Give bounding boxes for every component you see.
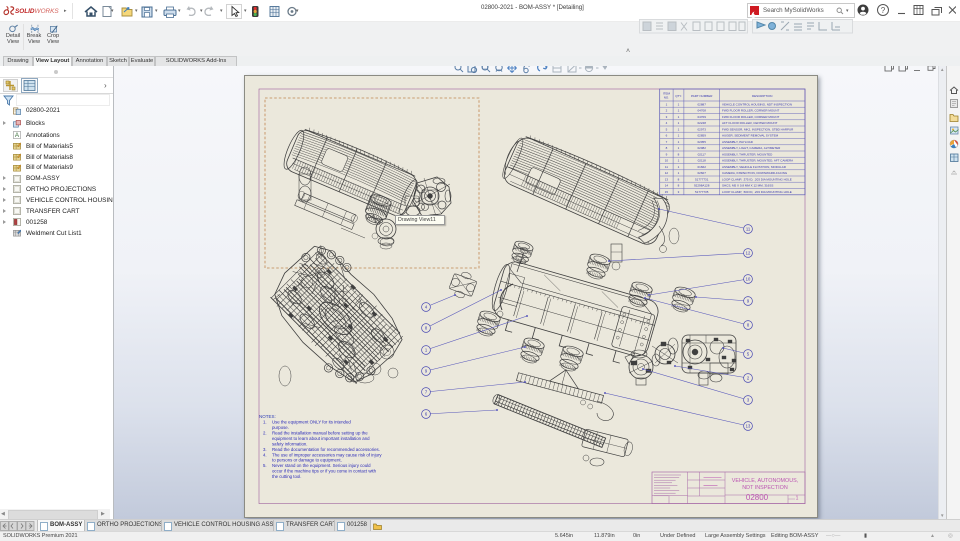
svg-text:8: 8 [678,184,680,188]
svg-text:7: 7 [666,140,668,144]
svg-text:NDT INSPECTION: NDT INSPECTION [742,485,788,491]
svg-text:1: 1 [678,159,680,163]
svg-text:14: 14 [665,184,669,188]
svg-text:2.: 2. [263,431,267,436]
svg-text:12: 12 [665,171,669,175]
svg-text:10: 10 [665,159,669,163]
svg-text:02055: 02055 [698,140,707,144]
svg-text:FWD SENSOR, MK2, INSPECTION, S: FWD SENSOR, MK2, INSPECTION, STBD HARPUR [722,127,794,131]
svg-text:02607: 02607 [698,171,707,175]
svg-text:01662: 01662 [698,165,707,169]
svg-text:8: 8 [678,177,680,181]
svg-text:LOOP CLAMP, .375 ID, .203 DIA: LOOP CLAMP, .375 ID, .203 DIA MOUNTING H… [722,177,792,181]
svg-text:1: 1 [678,165,680,169]
svg-text:1: 1 [678,140,680,144]
svg-text:12: 12 [746,251,751,256]
svg-text:3.: 3. [263,447,267,452]
svg-text:to persons or damage to equipm: to persons or damage to equipment. [272,458,342,463]
svg-text:1: 1 [678,121,680,125]
svg-text:ASSEMBLY, THRUSTER, MOUNTED: ASSEMBLY, THRUSTER, MOUNTED [722,152,773,156]
svg-text:?: ? [881,6,886,15]
svg-text:VEHICLE CONTROL HOUSING, NDT I: VEHICLE CONTROL HOUSING, NDT INSPECTION [722,102,792,106]
svg-text:SHCS, M5 X 0.8 MM X 12 MM, 316: SHCS, M5 X 0.8 MM X 12 MM, 316SS [722,184,773,188]
svg-text:ASSEMBLY, VEHICLE FLOTATION, M: ASSEMBLY, VEHICLE FLOTATION, MODULAR [722,165,787,169]
svg-text:04708: 04708 [698,109,707,113]
svg-text:The use of improper accessorie: The use of improper accessories may caus… [272,452,382,457]
svg-text:ASSEMBLY, PAYLOAD: ASSEMBLY, PAYLOAD [722,140,754,144]
svg-text:02973: 02973 [698,127,707,131]
svg-text:15: 15 [665,190,669,194]
svg-text:ASSEMBLY, THRUSTER, MOUNTED, A: ASSEMBLY, THRUSTER, MOUNTED, AFT CAMERA [722,159,793,163]
svg-text:1: 1 [678,146,680,150]
svg-text:1: 1 [678,115,680,119]
svg-text:Read the documentation for rec: Read the documentation for recommended a… [272,447,380,452]
svg-text:LOOP CLAMP, .500 ID, .203 DIA: LOOP CLAMP, .500 ID, .203 DIA MOUNTING H… [722,190,792,194]
svg-text:9: 9 [666,152,668,156]
svg-text:ASSEMBLY, LIGHT, CAMERA, ALTIM: ASSEMBLY, LIGHT, CAMERA, ALTIMETER [722,146,781,150]
svg-text:02859: 02859 [698,134,707,138]
svg-text:6: 6 [666,134,668,138]
svg-text:Read the installation manual b: Read the installation manual before sett… [272,431,368,436]
svg-text:92298A128: 92298A128 [694,184,710,188]
svg-text:8: 8 [666,146,668,150]
svg-text:02117: 02117 [698,152,706,156]
svg-text:1: 1 [678,134,680,138]
svg-text:11: 11 [746,227,751,232]
svg-text:3: 3 [666,115,668,119]
svg-text:1: 1 [666,102,668,106]
svg-text:13: 13 [746,424,751,429]
svg-text:FWD FLOOR ROLLER, CORNER MOUNT: FWD FLOOR ROLLER, CORNER MOUNT [722,115,780,119]
svg-text:02082: 02082 [698,146,707,150]
svg-text:DESCRIPTION: DESCRIPTION [752,94,773,98]
svg-text:equipment to learn about impor: equipment to learn about important insta… [272,436,370,441]
svg-text:2: 2 [666,109,668,113]
svg-text:NOTES:: NOTES: [259,414,276,419]
svg-text:AUGER, SEDIMENT REMOVAL SYSTEM: AUGER, SEDIMENT REMOVAL SYSTEM [722,134,779,138]
svg-text:safety information.: safety information. [272,441,308,446]
svg-text:1.: 1. [263,420,267,425]
svg-text:10: 10 [746,277,751,282]
svg-text:1: 1 [678,171,680,175]
svg-text:02887: 02887 [698,102,707,106]
svg-text:FWD FLOOR ROLLER, CORNER MOUNT: FWD FLOOR ROLLER, CORNER MOUNT [722,109,780,113]
svg-text:5.: 5. [263,463,267,468]
svg-text:5: 5 [666,127,668,131]
svg-text:4.: 4. [263,452,267,457]
svg-text:13: 13 [665,177,669,181]
svg-text:NO.: NO. [664,95,670,99]
svg-text:51777731: 51777731 [695,177,709,181]
svg-text:4: 4 [666,121,668,125]
svg-text:8: 8 [678,152,680,156]
svg-text:1: 1 [678,102,680,106]
svg-text:purpose.: purpose. [272,425,289,430]
svg-text:02248: 02248 [698,121,707,125]
svg-text:VEHICLE, AUTONOMOUS,: VEHICLE, AUTONOMOUS, [732,478,799,484]
svg-text:PART NUMBER: PART NUMBER [691,94,713,98]
svg-text:occur if the machine tips or i: occur if the machine tips or if you come… [272,469,377,474]
svg-text:CAMERA, INSPECTION, DOWNWARD-F: CAMERA, INSPECTION, DOWNWARD-FACING [722,171,788,175]
svg-text:Never stand on the equipment.: Never stand on the equipment. Serious in… [272,463,371,468]
svg-text:3: 3 [678,190,680,194]
svg-text:02800: 02800 [746,493,769,502]
svg-text:04709: 04709 [698,115,707,119]
svg-text:1: 1 [678,127,680,131]
svg-text:1: 1 [678,109,680,113]
svg-text:1: 1 [796,496,799,502]
svg-text:QTY.: QTY. [675,94,682,98]
svg-text:the cutting tool.: the cutting tool. [272,474,301,479]
svg-text:02118: 02118 [698,159,706,163]
svg-text:AFT FLOOR ROLLER, CENTER MOUNT: AFT FLOOR ROLLER, CENTER MOUNT [722,121,778,125]
svg-text:11: 11 [665,165,668,169]
svg-text:Use the equipment ONLY for its: Use the equipment ONLY for its intended [272,420,351,425]
svg-text:51777735: 51777735 [695,190,709,194]
